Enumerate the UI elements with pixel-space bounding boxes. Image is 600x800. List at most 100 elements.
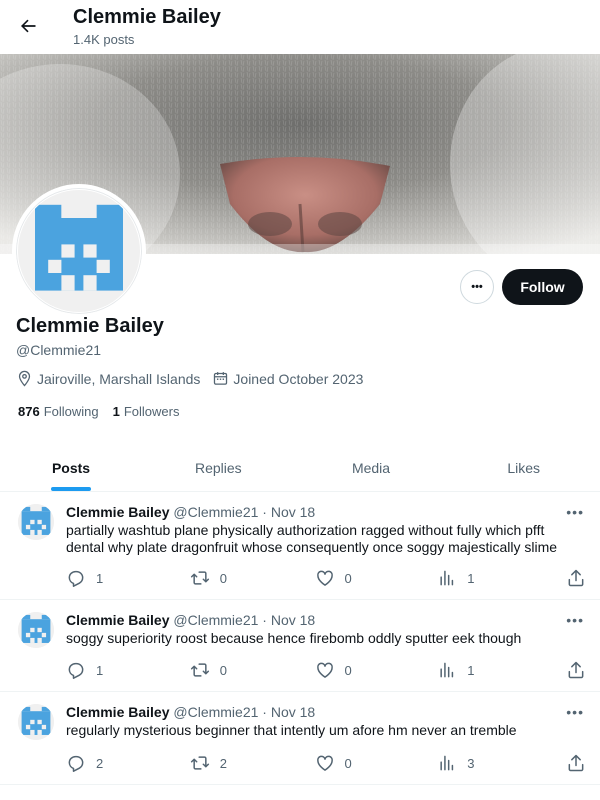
repost-icon xyxy=(190,756,209,770)
location-text: Jairoville, Marshall Islands xyxy=(37,370,201,387)
repost-button[interactable]: 2 xyxy=(190,753,315,773)
post-author-handle[interactable]: @Clemmie21 xyxy=(173,504,258,520)
profile-avatar[interactable] xyxy=(12,184,146,318)
reply-icon xyxy=(68,570,84,587)
views-button[interactable]: 3 xyxy=(437,753,566,773)
like-count: 0 xyxy=(344,755,352,771)
repost-count: 0 xyxy=(219,570,227,586)
profile-display-name: Clemmie Bailey xyxy=(16,315,164,337)
post-author-handle[interactable]: @Clemmie21 xyxy=(173,612,258,628)
views-count: 3 xyxy=(467,755,475,771)
post[interactable]: Clemmie Bailey @Clemmie21 · Nov 18 ••• s… xyxy=(0,600,600,692)
reply-button[interactable]: 1 xyxy=(66,660,190,680)
share-button[interactable] xyxy=(566,568,586,588)
post-header: Clemmie Bailey @Clemmie21 · Nov 18 xyxy=(66,504,315,520)
profile-joined: Joined October 2023 xyxy=(212,370,363,387)
post-actions: 2 2 0 3 xyxy=(66,753,586,773)
profile-handle: @Clemmie21 xyxy=(16,342,102,358)
reply-button[interactable]: 1 xyxy=(66,568,190,588)
more-options-button[interactable]: ••• xyxy=(460,270,494,304)
share-button[interactable] xyxy=(566,753,586,773)
post-avatar[interactable] xyxy=(18,612,54,648)
tab-posts[interactable]: Posts xyxy=(0,444,142,491)
repost-icon xyxy=(190,663,209,677)
repost-button[interactable]: 0 xyxy=(190,660,315,680)
post-more-button[interactable]: ••• xyxy=(566,504,584,520)
post-date[interactable]: Nov 18 xyxy=(271,704,315,720)
post[interactable]: Clemmie Bailey @Clemmie21 · Nov 18 ••• p… xyxy=(0,492,600,600)
reply-icon xyxy=(68,662,84,679)
post-separator: · xyxy=(262,504,271,520)
profile-meta: Jairoville, Marshall Islands Joined Octo… xyxy=(16,370,375,387)
follow-button[interactable]: Follow xyxy=(502,269,583,305)
tab-likes[interactable]: Likes xyxy=(447,444,600,491)
post-avatar[interactable] xyxy=(18,704,54,740)
following-label: Following xyxy=(43,404,99,419)
post-author-handle[interactable]: @Clemmie21 xyxy=(173,704,258,720)
post-more-button[interactable]: ••• xyxy=(566,612,584,628)
post-text: partially washtub plane physically autho… xyxy=(66,522,558,555)
post-date[interactable]: Nov 18 xyxy=(271,612,315,628)
post-avatar-identicon xyxy=(18,612,54,648)
post-text: regularly mysterious beginner that inten… xyxy=(66,722,517,738)
repost-button[interactable]: 0 xyxy=(190,568,315,588)
back-button[interactable] xyxy=(10,8,46,44)
post-author-name[interactable]: Clemmie Bailey xyxy=(66,612,170,628)
repost-count: 0 xyxy=(219,662,227,678)
back-arrow-icon xyxy=(21,19,36,33)
followers-link[interactable]: 1 Followers xyxy=(113,404,180,419)
like-icon xyxy=(316,755,333,771)
following-link[interactable]: 876 Following xyxy=(18,404,99,419)
following-count: 876 xyxy=(18,404,40,419)
views-icon xyxy=(440,755,454,771)
like-icon xyxy=(316,570,333,586)
views-count: 1 xyxy=(467,570,475,586)
share-icon xyxy=(568,569,584,587)
header-post-count: 1.4K posts xyxy=(73,32,135,47)
post-more-button[interactable]: ••• xyxy=(566,704,584,720)
location-icon xyxy=(18,370,31,387)
follow-stats: 876 Following 1 Followers xyxy=(18,404,193,419)
share-icon xyxy=(568,661,584,679)
like-icon xyxy=(316,662,333,678)
views-button[interactable]: 1 xyxy=(437,660,566,680)
reply-button[interactable]: 2 xyxy=(66,753,190,773)
reply-icon xyxy=(68,755,84,772)
views-count: 1 xyxy=(467,662,475,678)
post-actions: 1 0 0 1 xyxy=(66,660,586,680)
post-author-name[interactable]: Clemmie Bailey xyxy=(66,704,170,720)
like-count: 0 xyxy=(344,570,352,586)
profile-location: Jairoville, Marshall Islands xyxy=(16,370,200,387)
top-bar: Clemmie Bailey 1.4K posts xyxy=(0,0,600,54)
share-button[interactable] xyxy=(566,660,586,680)
like-button[interactable]: 0 xyxy=(315,660,438,680)
followers-label: Followers xyxy=(123,404,180,419)
more-dots: ••• xyxy=(471,281,483,293)
tab-replies[interactable]: Replies xyxy=(142,444,295,491)
views-button[interactable]: 1 xyxy=(437,568,566,588)
header-name: Clemmie Bailey xyxy=(73,6,221,28)
tab-media[interactable]: Media xyxy=(295,444,448,491)
post[interactable]: Clemmie Bailey @Clemmie21 · Nov 18 ••• r… xyxy=(0,692,600,785)
reply-count: 1 xyxy=(96,662,104,678)
reply-count: 1 xyxy=(96,570,104,586)
post-date[interactable]: Nov 18 xyxy=(271,504,315,520)
post-header: Clemmie Bailey @Clemmie21 · Nov 18 xyxy=(66,704,315,720)
post-avatar-identicon xyxy=(18,504,54,540)
share-icon xyxy=(568,754,584,772)
like-button[interactable]: 0 xyxy=(315,568,438,588)
post-separator: · xyxy=(262,612,271,628)
post-separator: · xyxy=(262,704,271,720)
like-button[interactable]: 0 xyxy=(315,753,438,773)
views-icon xyxy=(440,570,454,586)
post-header: Clemmie Bailey @Clemmie21 · Nov 18 xyxy=(66,612,315,628)
joined-text: Joined October 2023 xyxy=(233,370,364,387)
views-icon xyxy=(440,662,454,678)
followers-count: 1 xyxy=(112,404,120,419)
avatar-identicon xyxy=(24,196,134,306)
post-avatar[interactable] xyxy=(18,504,54,540)
post-actions: 1 0 0 1 xyxy=(66,568,586,588)
post-avatar-identicon xyxy=(18,704,54,740)
post-author-name[interactable]: Clemmie Bailey xyxy=(66,504,170,520)
profile-tabs: Posts Replies Media Likes xyxy=(0,444,600,492)
